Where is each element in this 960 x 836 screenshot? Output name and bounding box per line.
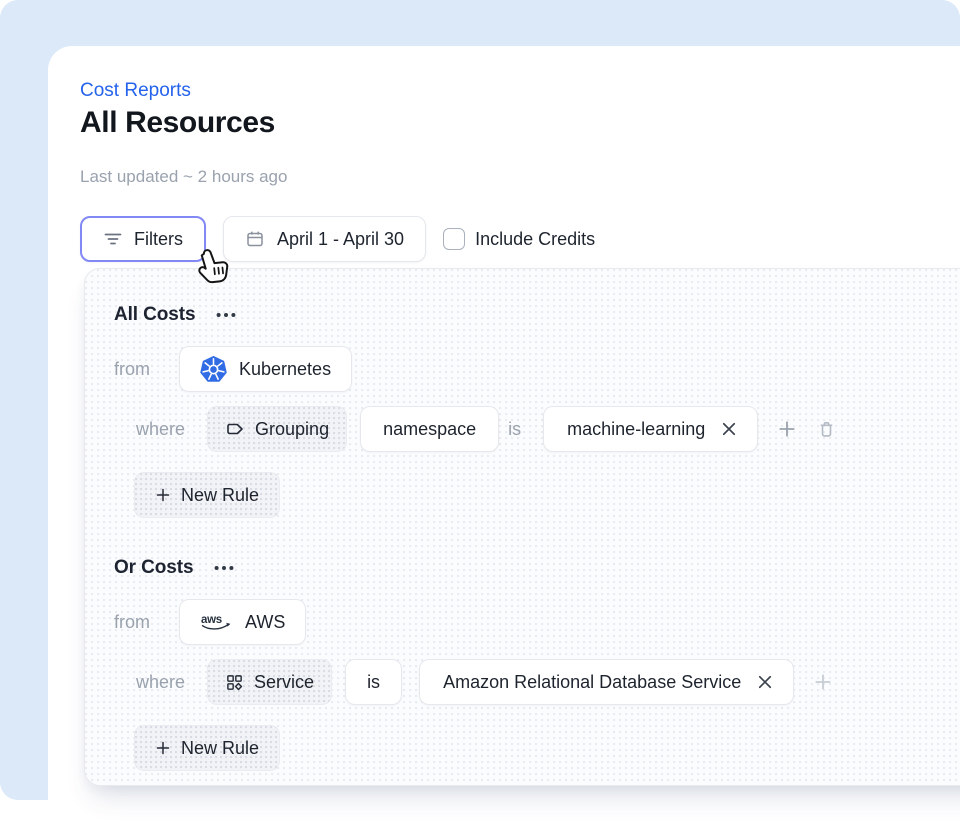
rule-row: where Service is Amazon Relational Datab… [136, 659, 960, 705]
from-label: from [114, 612, 150, 633]
group-menu-button[interactable] [212, 562, 236, 574]
key-button-namespace[interactable]: namespace [360, 406, 499, 452]
plus-icon [778, 420, 796, 438]
provider-label: AWS [245, 612, 285, 633]
include-credits-label: Include Credits [475, 229, 595, 250]
toolbar: Filters April 1 - April 30 Include Credi… [80, 216, 595, 262]
cursor-hand-icon [191, 245, 235, 291]
add-value-button[interactable] [810, 669, 836, 695]
value-label: Amazon Relational Database Service [443, 672, 741, 693]
breadcrumb-cost-reports[interactable]: Cost Reports [80, 80, 191, 102]
include-credits-control: Include Credits [443, 228, 595, 250]
tag-icon [225, 419, 245, 439]
svg-text:aws: aws [201, 614, 222, 626]
page-title: All Resources [80, 106, 275, 140]
operator-label: is [508, 419, 521, 440]
where-label: where [136, 672, 185, 693]
new-rule-button[interactable]: New Rule [134, 725, 280, 771]
operator-button[interactable]: is [345, 659, 402, 705]
last-updated-text: Last updated ~ 2 hours ago [80, 167, 287, 187]
field-label: Grouping [255, 419, 329, 440]
ellipsis-icon [216, 312, 236, 318]
filters-button[interactable]: Filters [80, 216, 206, 262]
provider-button-kubernetes[interactable]: Kubernetes [179, 346, 352, 392]
grid-icon [225, 673, 244, 692]
group-title: All Costs [114, 304, 195, 326]
close-icon [722, 422, 736, 436]
filter-icon [103, 229, 123, 249]
calendar-icon [245, 229, 265, 249]
operator-label: is [367, 672, 380, 693]
remove-value-button[interactable] [754, 671, 776, 693]
filters-panel: All Costs from Kuberne [84, 268, 960, 786]
provider-label: Kubernetes [239, 359, 331, 380]
aws-icon: aws [200, 612, 233, 633]
add-value-button[interactable] [774, 416, 800, 442]
kubernetes-icon [200, 356, 227, 383]
filters-button-label: Filters [134, 229, 183, 250]
include-credits-checkbox[interactable] [443, 228, 465, 250]
group-title: Or Costs [114, 557, 193, 579]
date-range-button[interactable]: April 1 - April 30 [223, 216, 426, 262]
new-rule-label: New Rule [181, 485, 259, 506]
field-button-service[interactable]: Service [207, 659, 332, 705]
rule-row: where Grouping namespace is machine-lear… [136, 406, 960, 452]
close-icon [758, 675, 772, 689]
field-label: Service [254, 672, 314, 693]
remove-value-button[interactable] [718, 418, 740, 440]
plus-icon [155, 740, 171, 756]
from-row: from Kubernetes [114, 346, 960, 392]
field-button-grouping[interactable]: Grouping [207, 406, 347, 452]
new-rule-label: New Rule [181, 738, 259, 759]
where-label: where [136, 419, 185, 440]
value-chip[interactable]: machine-learning [543, 406, 758, 452]
from-row: from aws AWS [114, 599, 960, 645]
new-rule-button[interactable]: New Rule [134, 472, 280, 518]
plus-icon [814, 673, 832, 691]
value-chip[interactable]: Amazon Relational Database Service [419, 659, 794, 705]
from-label: from [114, 359, 150, 380]
trash-icon [816, 419, 837, 440]
plus-icon [155, 487, 171, 503]
key-label: namespace [383, 419, 476, 440]
provider-button-aws[interactable]: aws AWS [179, 599, 306, 645]
ellipsis-icon [214, 565, 234, 571]
group-menu-button[interactable] [214, 309, 238, 321]
report-card: Cost Reports All Resources Last updated … [48, 46, 960, 836]
group-header: Or Costs [114, 556, 960, 580]
date-range-label: April 1 - April 30 [277, 229, 404, 250]
value-label: machine-learning [567, 419, 705, 440]
group-header: All Costs [114, 303, 960, 327]
delete-rule-button[interactable] [812, 415, 841, 444]
